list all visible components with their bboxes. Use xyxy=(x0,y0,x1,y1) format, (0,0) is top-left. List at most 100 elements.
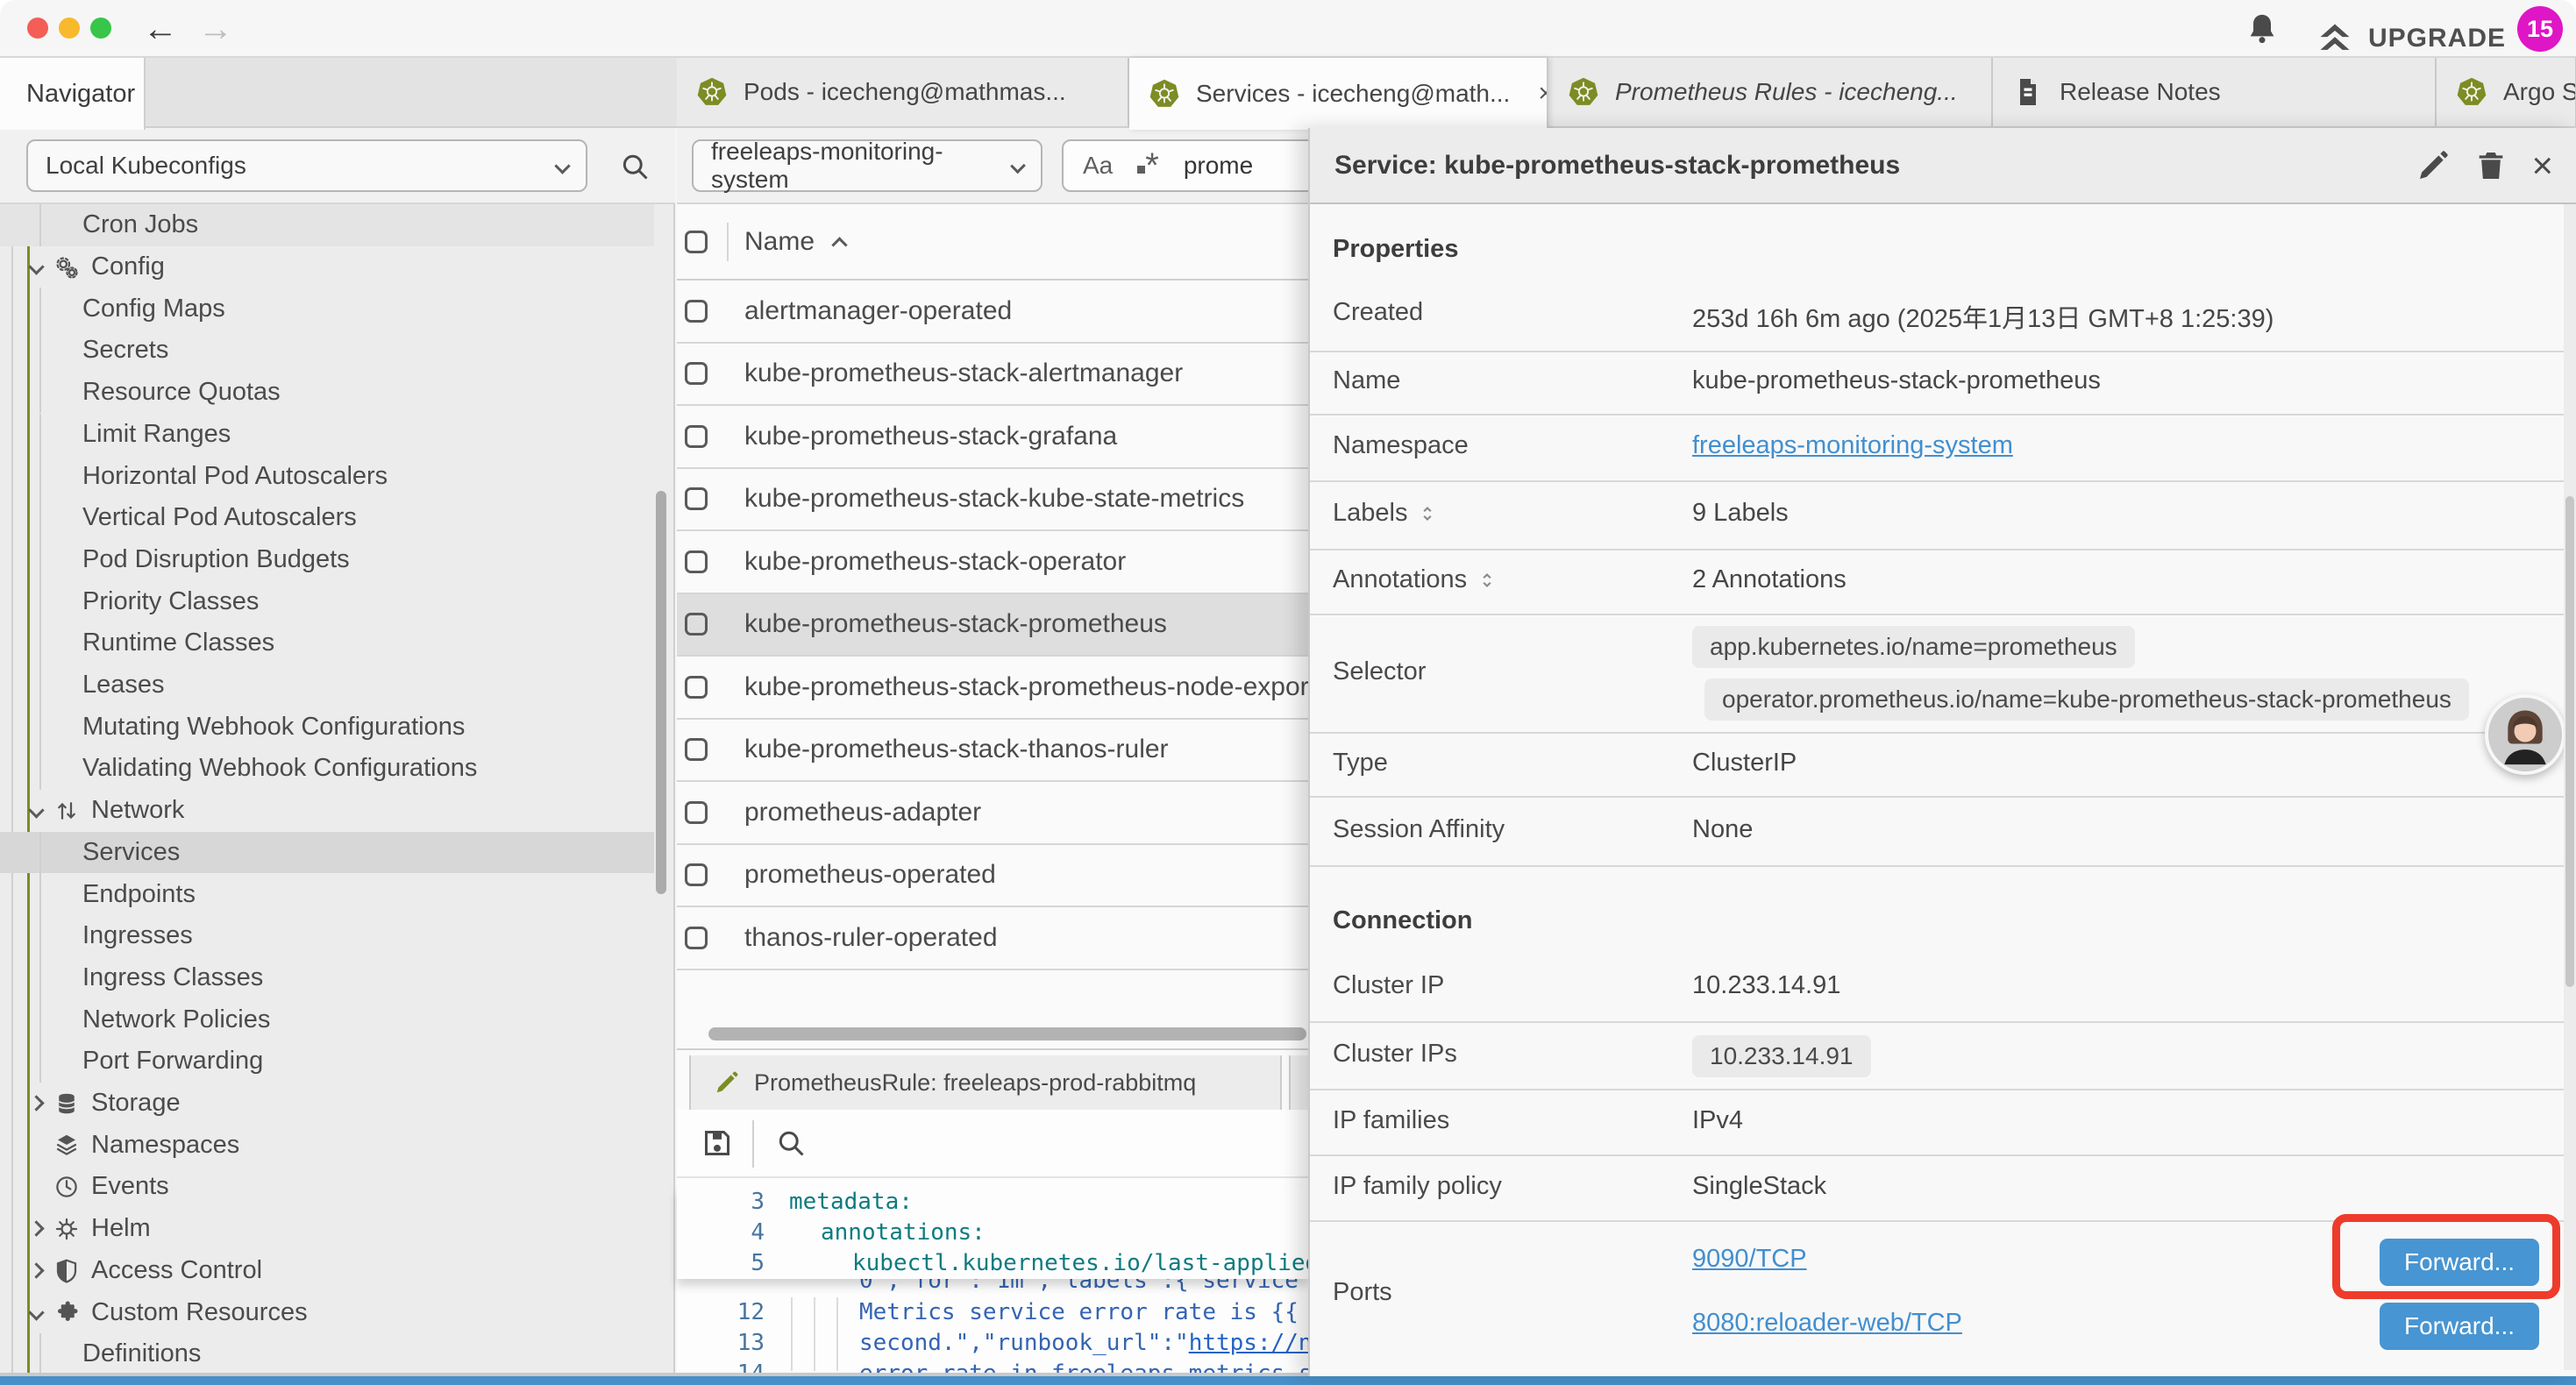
service-row[interactable]: alertmanager-operated xyxy=(677,281,1308,344)
app-tab-release[interactable]: Release Notes xyxy=(1993,58,2437,126)
service-row[interactable]: kube-prometheus-stack-prometheus xyxy=(677,594,1308,657)
app-tab-pods[interactable]: Pods - icecheng@mathmas... xyxy=(677,58,1129,126)
sidebar-item-storage[interactable]: Storage xyxy=(0,1083,654,1125)
namespace-select[interactable]: freeleaps-monitoring-system xyxy=(692,139,1042,192)
yaml-editor[interactable]: 3metadata:4annotations:5kubectl.kubernet… xyxy=(677,1178,1308,1371)
row-checkbox[interactable] xyxy=(685,863,708,886)
edit-pencil-icon[interactable] xyxy=(2416,148,2451,183)
forward-button[interactable]: → xyxy=(198,0,233,58)
match-case-toggle[interactable]: Aa xyxy=(1083,152,1113,180)
sidebar-item-helm[interactable]: Helm xyxy=(0,1208,654,1250)
close-tab-icon[interactable]: × xyxy=(1526,79,1548,109)
sidebar-item-ingress-classes[interactable]: Ingress Classes xyxy=(0,957,654,999)
name-column-header[interactable]: Name xyxy=(744,227,815,257)
row-checkbox[interactable] xyxy=(685,487,708,510)
filter-input[interactable]: Aa * prome xyxy=(1062,139,1325,192)
service-row[interactable]: kube-prometheus-stack-alertmanager xyxy=(677,344,1308,407)
navigator-panel-tab[interactable]: Navigator xyxy=(0,58,146,130)
service-detail-panel: Service: kube-prometheus-stack-prometheu… xyxy=(1308,128,2576,1376)
close-traffic-light[interactable] xyxy=(27,18,48,39)
detail-value[interactable]: freeleaps-monitoring-system xyxy=(1692,431,2013,460)
app-tab-prometheus[interactable]: Prometheus Rules - icecheng... xyxy=(1548,58,1993,126)
sort-updown-icon[interactable] xyxy=(1416,502,1439,525)
editor-search-icon[interactable] xyxy=(775,1127,807,1159)
service-row[interactable]: prometheus-adapter xyxy=(677,782,1308,845)
sidebar-item-config[interactable]: Config xyxy=(0,246,654,288)
service-row[interactable]: kube-prometheus-stack-prometheus-node-ex… xyxy=(677,657,1308,720)
sidebar-item-horizontal-pod-autoscalers[interactable]: Horizontal Pod Autoscalers xyxy=(0,455,654,497)
service-row[interactable]: kube-prometheus-stack-kube-state-metrics xyxy=(677,469,1308,532)
sidebar-item-runtime-classes[interactable]: Runtime Classes xyxy=(0,622,654,664)
sidebar-item-events[interactable]: Events xyxy=(0,1166,654,1208)
sort-updown-icon[interactable] xyxy=(1476,569,1498,592)
sidebar-item-cron-jobs[interactable]: Cron Jobs xyxy=(0,204,654,246)
detail-header: Service: kube-prometheus-stack-prometheu… xyxy=(1310,128,2576,204)
sidebar-item-ingresses[interactable]: Ingresses xyxy=(0,915,654,957)
sidebar-item-label: Cron Jobs xyxy=(82,210,198,239)
service-row[interactable]: kube-prometheus-stack-grafana xyxy=(677,406,1308,469)
row-checkbox[interactable] xyxy=(685,550,708,573)
service-name: kube-prometheus-stack-operator xyxy=(744,547,1126,577)
sidebar-item-custom-resources[interactable]: Custom Resources xyxy=(0,1291,654,1333)
row-checkbox[interactable] xyxy=(685,927,708,949)
sidebar-item-mutating-webhook-configurations[interactable]: Mutating Webhook Configurations xyxy=(0,706,654,748)
maximize-traffic-light[interactable] xyxy=(90,18,111,39)
service-row[interactable]: kube-prometheus-stack-thanos-ruler xyxy=(677,720,1308,783)
row-checkbox[interactable] xyxy=(685,676,708,699)
sidebar-item-validating-webhook-configurations[interactable]: Validating Webhook Configurations xyxy=(0,748,654,790)
notifications-bell-icon[interactable] xyxy=(2245,11,2280,46)
sidebar-item-definitions[interactable]: Definitions xyxy=(0,1333,654,1375)
sidebar-item-resource-quotas[interactable]: Resource Quotas xyxy=(0,372,654,414)
sidebar-item-limit-ranges[interactable]: Limit Ranges xyxy=(0,414,654,456)
tree-child-guide xyxy=(39,330,41,372)
avatar[interactable] xyxy=(2485,694,2565,775)
minimize-traffic-light[interactable] xyxy=(59,18,80,39)
sidebar-item-namespaces[interactable]: Namespaces xyxy=(0,1124,654,1166)
regex-toggle[interactable]: * xyxy=(1137,153,1159,179)
sidebar-item-pod-disruption-budgets[interactable]: Pod Disruption Budgets xyxy=(0,539,654,581)
app-tab-argo[interactable]: Argo Se xyxy=(2437,58,2576,126)
sidebar-item-network-policies[interactable]: Network Policies xyxy=(0,998,654,1041)
kubeconfig-select[interactable]: Local Kubeconfigs xyxy=(26,139,587,192)
row-checkbox[interactable] xyxy=(685,362,708,385)
notification-count-badge[interactable]: 15 xyxy=(2517,6,2563,52)
sidebar-item-config-maps[interactable]: Config Maps xyxy=(0,288,654,330)
port-link[interactable]: 8080:reloader-web/TCP xyxy=(1692,1309,1962,1338)
service-row[interactable]: prometheus-operated xyxy=(677,845,1308,908)
kubernetes-icon xyxy=(1149,78,1180,110)
sidebar-item-secrets[interactable]: Secrets xyxy=(0,330,654,372)
close-icon[interactable]: × xyxy=(2531,148,2553,183)
sidebar-item-network[interactable]: Network xyxy=(0,790,654,832)
back-button[interactable]: ← xyxy=(143,0,178,58)
port-link[interactable]: 9090/TCP xyxy=(1692,1245,1807,1274)
editor-tab-prometheusrule[interactable]: PrometheusRule: freeleaps-prod-rabbitmq xyxy=(689,1055,1282,1110)
app-tab-services[interactable]: Services - icecheng@math...× xyxy=(1129,58,1548,130)
sort-ascending-icon[interactable] xyxy=(831,237,847,252)
sidebar-search-icon[interactable] xyxy=(619,151,651,182)
row-checkbox[interactable] xyxy=(685,300,708,323)
sidebar-scrollbar[interactable] xyxy=(656,491,666,894)
service-row[interactable]: kube-prometheus-stack-operator xyxy=(677,531,1308,594)
sidebar-item-access-control[interactable]: Access Control xyxy=(0,1250,654,1292)
selector-chip[interactable]: operator.prometheus.io/name=kube-prometh… xyxy=(1704,678,2469,721)
save-icon[interactable] xyxy=(700,1126,735,1161)
sidebar-item-services[interactable]: Services xyxy=(0,832,654,874)
row-checkbox[interactable] xyxy=(685,613,708,636)
select-all-checkbox[interactable] xyxy=(685,231,708,253)
service-row[interactable]: thanos-ruler-operated xyxy=(677,907,1308,970)
horizontal-scrollbar[interactable] xyxy=(708,1027,1306,1041)
value-chip[interactable]: 10.233.14.91 xyxy=(1692,1035,1871,1077)
sidebar-item-priority-classes[interactable]: Priority Classes xyxy=(0,580,654,622)
delete-trash-icon[interactable] xyxy=(2473,148,2508,183)
detail-scrollbar-thumb[interactable] xyxy=(2565,496,2574,987)
sidebar-item-endpoints[interactable]: Endpoints xyxy=(0,873,654,915)
tab-label: Prometheus Rules - icecheng... xyxy=(1615,78,1958,106)
selector-chip[interactable]: app.kubernetes.io/name=prometheus xyxy=(1692,626,2135,668)
sidebar-item-leases[interactable]: Leases xyxy=(0,664,654,707)
row-checkbox[interactable] xyxy=(685,801,708,824)
sidebar-item-port-forwarding[interactable]: Port Forwarding xyxy=(0,1041,654,1083)
forward-button[interactable]: Forward... xyxy=(2380,1303,2539,1350)
row-checkbox[interactable] xyxy=(685,738,708,761)
sidebar-item-vertical-pod-autoscalers[interactable]: Vertical Pod Autoscalers xyxy=(0,497,654,539)
row-checkbox[interactable] xyxy=(685,425,708,448)
